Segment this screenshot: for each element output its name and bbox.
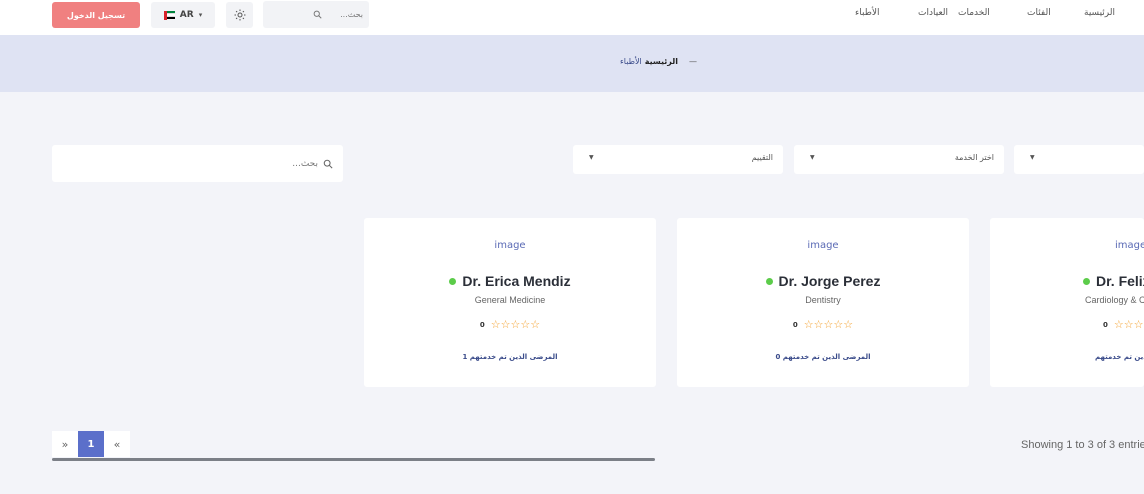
doctor-name[interactable]: Dr. Jorge Perez — [779, 273, 881, 289]
search-icon — [323, 159, 333, 169]
header-search — [263, 1, 369, 28]
nav-home[interactable]: الرئيسية — [1084, 8, 1115, 18]
rating-value: 0 — [479, 320, 485, 329]
prev-page-button[interactable]: « — [104, 431, 130, 457]
doctor-image-alt: image — [807, 240, 839, 251]
uae-flag-icon — [163, 10, 175, 20]
breadcrumb-current: الأطباء — [620, 57, 642, 66]
breadcrumb-home[interactable]: الرئيسية — [645, 57, 678, 66]
top-navbar: تسجيل الدخول AR ▾ الأطباء العيادات الخدم… — [0, 0, 1144, 35]
pagination: » 1 « — [52, 431, 130, 457]
nav-services[interactable]: الخدمات — [958, 8, 990, 18]
doctor-specialty: Cardiology & C — [1085, 295, 1144, 305]
header-search-input[interactable] — [327, 10, 363, 19]
doctor-specialty: General Medicine — [474, 295, 546, 305]
online-status-dot — [1083, 277, 1090, 285]
language-selector[interactable]: AR ▾ — [151, 2, 215, 28]
doctor-image: image — [1115, 240, 1144, 251]
doctor-image-alt: image — [1115, 240, 1144, 251]
theme-toggle-button[interactable] — [226, 2, 253, 28]
service-select[interactable]: اختر الخدمة ▼ — [794, 145, 1004, 174]
doctor-search — [52, 145, 343, 182]
rating-value: 0 — [792, 320, 798, 329]
nav-doctors[interactable]: الأطباء — [855, 8, 880, 18]
page-1-button[interactable]: 1 — [78, 431, 104, 457]
rating-select-label: التقييم — [751, 153, 773, 162]
rating-value: 0 — [1103, 320, 1108, 329]
doctor-image-alt: image — [494, 240, 526, 251]
service-select-label: اختر الخدمة — [954, 153, 994, 162]
nav-categories[interactable]: الفئات — [1027, 8, 1051, 18]
doctor-search-input[interactable] — [118, 158, 318, 169]
doctor-image: image — [677, 240, 969, 251]
breadcrumb-separator: — — [689, 57, 698, 66]
star-rating-icon: ☆☆☆☆☆ — [490, 318, 541, 331]
doctor-name[interactable]: Dr. Erica Mendiz — [462, 273, 570, 289]
star-rating-icon: ☆☆☆ — [1113, 318, 1144, 331]
breadcrumb: الأطباء الرئيسية — — [620, 57, 697, 66]
chevron-down-icon: ▾ — [198, 11, 203, 19]
breadcrumb-band: الأطباء الرئيسية — — [0, 35, 1144, 92]
login-button[interactable]: تسجيل الدخول — [52, 2, 140, 28]
star-rating-icon: ☆☆☆☆☆ — [803, 318, 854, 331]
filter-select[interactable]: ▼ — [1014, 145, 1144, 174]
online-status-dot — [765, 277, 773, 285]
horizontal-scrollbar[interactable] — [52, 458, 655, 461]
doctor-card[interactable]: image Dr. Felix Cardiology & C 0 ☆☆☆ الذ… — [990, 218, 1144, 387]
patients-served: الذين تم خدمتهم — [1095, 353, 1144, 361]
rating-select[interactable]: التقييم ▼ — [573, 145, 783, 174]
doctor-image: image — [364, 240, 656, 251]
doctor-specialty: Dentistry — [805, 295, 841, 305]
language-code: AR — [179, 10, 194, 20]
chevron-down-icon: ▼ — [589, 154, 594, 161]
search-icon — [313, 10, 322, 19]
doctor-card[interactable]: image Dr. Erica Mendiz General Medicine … — [364, 218, 656, 387]
online-status-dot — [449, 277, 457, 285]
doctor-card[interactable]: image Dr. Jorge Perez Dentistry 0 ☆☆☆☆☆ … — [677, 218, 969, 387]
next-page-button[interactable]: » — [52, 431, 78, 457]
entries-summary: Showing 1 to 3 of 3 entries — [1021, 439, 1144, 451]
chevron-down-icon: ▼ — [810, 154, 815, 161]
sun-icon — [234, 9, 245, 21]
chevron-down-icon: ▼ — [1030, 154, 1035, 161]
doctor-name[interactable]: Dr. Felix — [1096, 273, 1144, 289]
patients-served: 1 المرضى الذين تم خدمتهم — [462, 353, 558, 361]
nav-clinics[interactable]: العيادات — [918, 8, 948, 18]
patients-served: 0 المرضى الذين تم خدمتهم — [775, 353, 871, 361]
